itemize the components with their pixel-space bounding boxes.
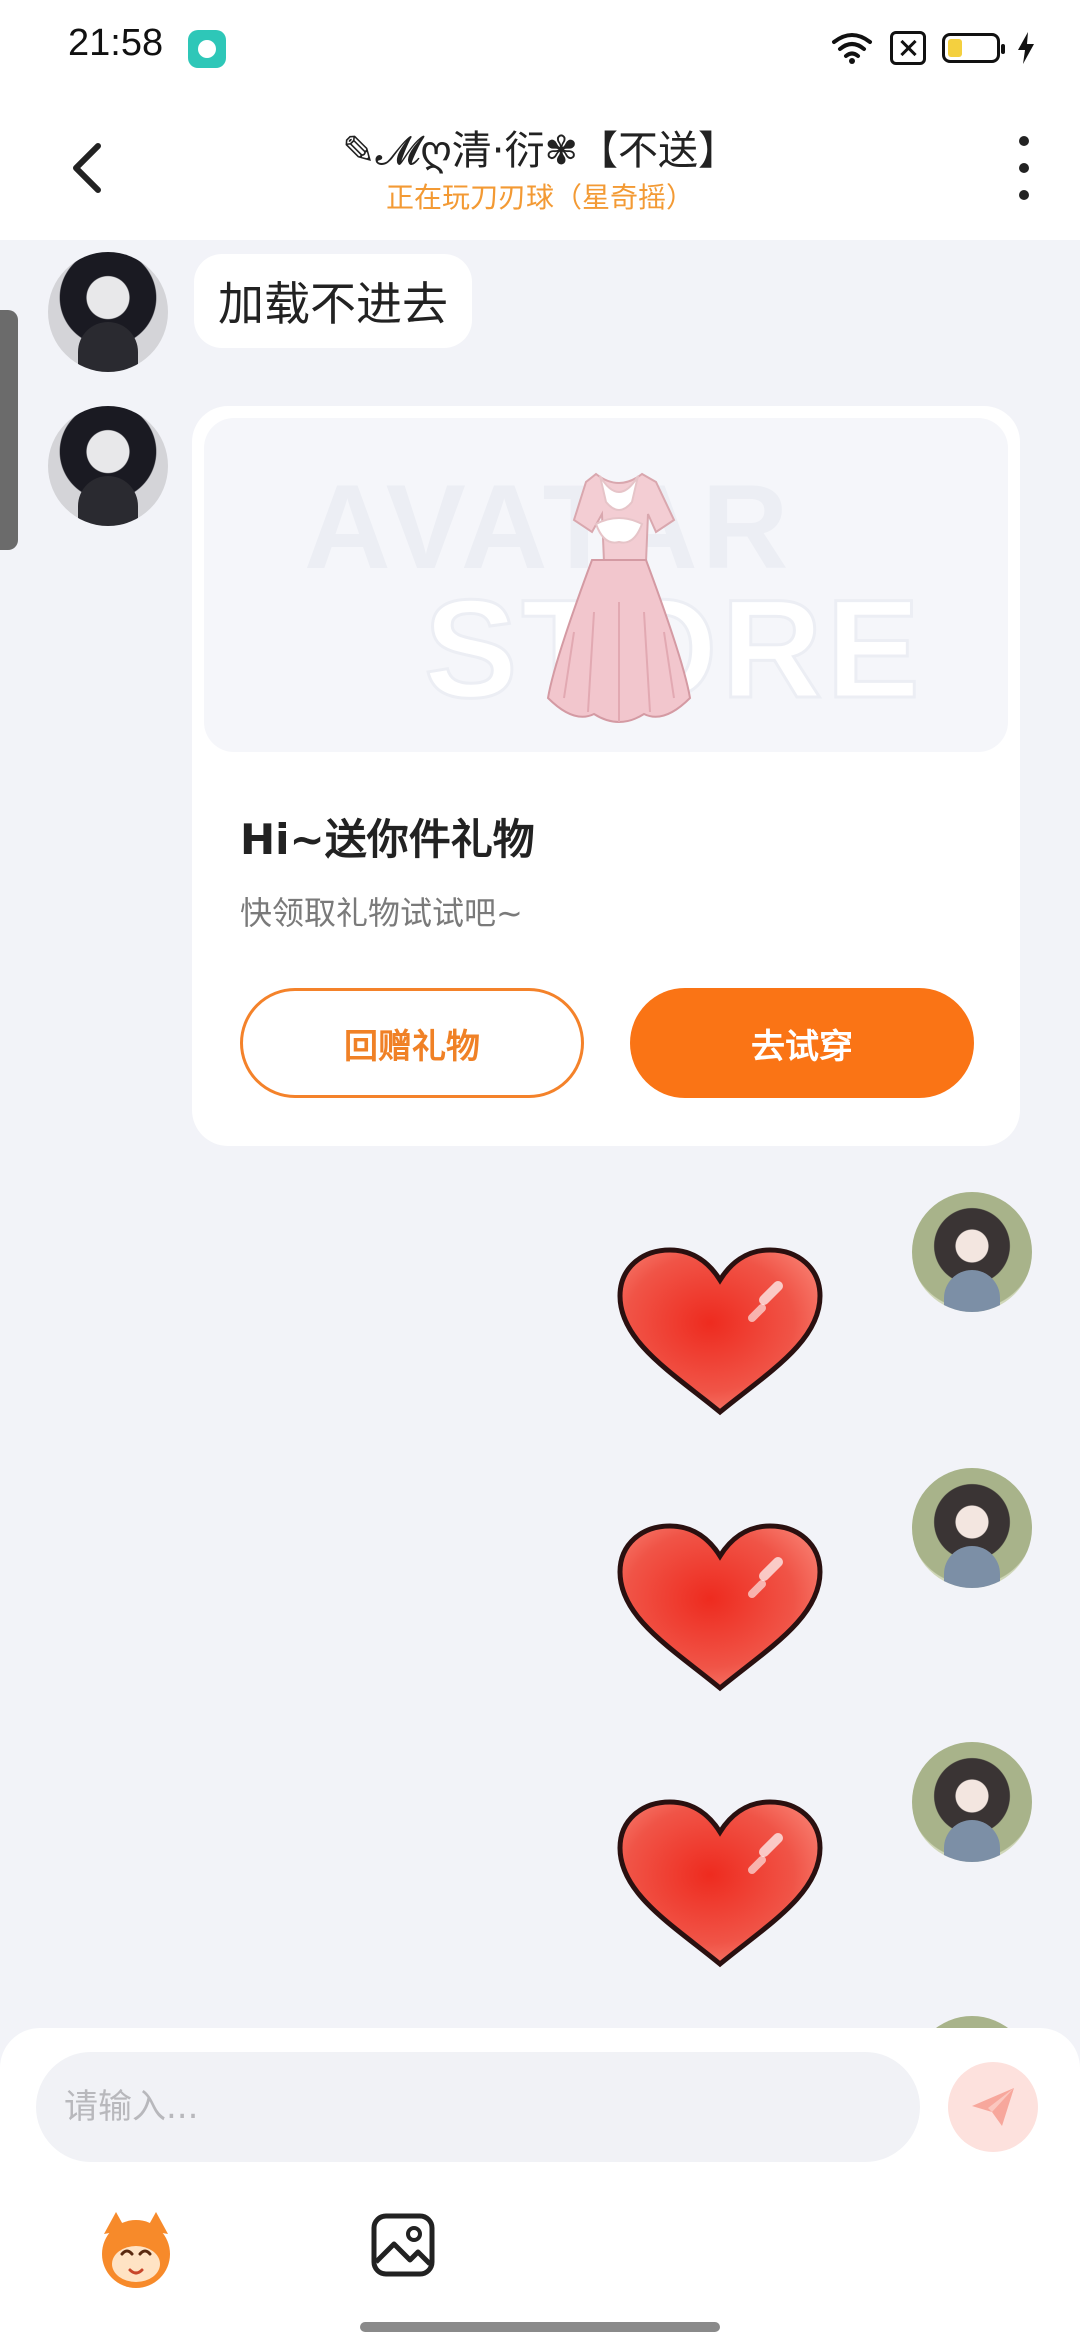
charging-icon [1018,32,1034,64]
message-input[interactable] [36,2052,920,2162]
avatar[interactable] [912,1742,1032,1862]
more-button[interactable] [1004,136,1044,200]
app-notification-icon [188,30,226,68]
return-gift-button[interactable]: 回赠礼物 [240,988,584,1098]
dress-icon [546,472,692,723]
avatar[interactable] [912,2016,1032,2028]
scroll-handle[interactable] [0,310,18,550]
chat-subtitle: 正在玩刀刃球（星奇摇） [385,181,694,214]
heart-icon[interactable] [614,1246,826,1418]
avatar[interactable] [48,406,168,526]
chat-title: ✎𝓜ღ清·衍✾【不送】 [342,128,738,174]
chat-header: ✎𝓜ღ清·衍✾【不送】 正在玩刀刃球（星奇摇） [0,96,1080,240]
image-icon[interactable] [370,2212,436,2278]
heart-icon[interactable] [614,1798,826,1970]
avatar[interactable] [912,1468,1032,1588]
avatar[interactable] [48,252,168,372]
heart-icon[interactable] [614,1522,826,1694]
try-on-button[interactable]: 去试穿 [630,988,974,1098]
input-bar [0,2028,1080,2340]
mascot-icon[interactable] [94,2208,178,2292]
gift-title: Hi~送你件礼物 [240,815,535,864]
more-vertical-icon [1019,136,1029,146]
status-icons [830,26,1036,70]
battery-icon [942,33,1005,63]
gift-description: 快领取礼物试试吧~ [240,894,523,932]
gift-image: AVATAR STORE [204,418,1008,752]
status-bar: 21:58 [0,0,1080,96]
status-time: 21:58 [68,22,164,64]
sim-icon [890,31,926,65]
wifi-icon [832,33,872,64]
send-button[interactable] [948,2062,1038,2152]
avatar[interactable] [912,1192,1032,1312]
send-icon [972,2088,1014,2126]
message-list[interactable]: 加载不进去 AVATAR STORE Hi~送你件礼物 快领取礼物试试吧~ 回赠… [0,240,1080,2028]
home-indicator[interactable] [360,2322,720,2332]
gift-card[interactable]: AVATAR STORE Hi~送你件礼物 快领取礼物试试吧~ 回赠礼物 去试穿 [192,406,1020,1146]
message-bubble[interactable]: 加载不进去 [194,254,472,348]
